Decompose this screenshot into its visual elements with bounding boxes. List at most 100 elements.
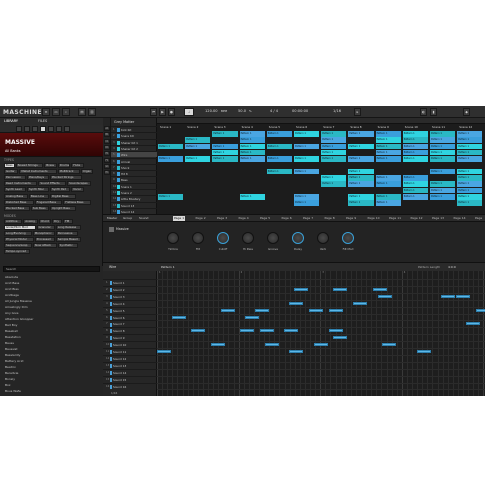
pattern-clip[interactable]: Pattern 1 bbox=[294, 156, 320, 162]
tag-item[interactable]: Chord bbox=[38, 219, 52, 224]
pattern-clip[interactable]: Pattern 1 bbox=[348, 200, 374, 206]
pattern-clip[interactable]: Pattern 1 bbox=[348, 181, 374, 187]
scene-label[interactable]: Scene 11 bbox=[432, 125, 445, 130]
page-tab[interactable]: Page 1 bbox=[173, 216, 186, 221]
pattern-clip[interactable]: Pattern 1 bbox=[239, 194, 265, 200]
pattern-clip[interactable]: Pattern 1 bbox=[212, 149, 238, 156]
file-item[interactable]: Attention Gloopper bbox=[5, 317, 34, 321]
pattern-clip[interactable]: Pattern 1 bbox=[375, 131, 401, 137]
plugin-selector[interactable]: MASSIVE All Banks bbox=[0, 133, 103, 157]
scene-label[interactable]: Scene 8 bbox=[350, 125, 361, 130]
instrument-icon[interactable] bbox=[40, 126, 46, 132]
note-event[interactable] bbox=[372, 287, 387, 291]
pattern-clip[interactable]: Pattern 1 bbox=[430, 187, 456, 194]
page-tab[interactable]: Page 2 bbox=[195, 216, 207, 221]
pattern-clip[interactable]: Pattern 1 bbox=[321, 156, 347, 162]
pattern-clip[interactable]: Pattern 1 bbox=[185, 156, 211, 162]
grid-value[interactable]: 1/16 bbox=[333, 109, 341, 113]
pattern-clip[interactable]: Pattern 1 bbox=[430, 156, 456, 162]
note-event[interactable] bbox=[210, 343, 225, 347]
follow-button[interactable]: ▸ bbox=[354, 108, 361, 116]
pattern-sound-row[interactable]: 2 Sound 2 bbox=[103, 285, 157, 293]
pattern-clip[interactable]: Pattern 1 bbox=[430, 131, 456, 137]
page-tab[interactable]: Page 4 bbox=[238, 216, 250, 221]
pattern-clip[interactable]: Pattern 1 bbox=[348, 156, 374, 162]
pattern-clip[interactable]: Pattern 1 bbox=[375, 194, 401, 200]
pattern-clip[interactable]: Pattern 1 bbox=[430, 149, 456, 156]
scene-label[interactable]: Scene 3 bbox=[214, 125, 225, 130]
pattern-grid-value[interactable]: 1/16 bbox=[111, 391, 117, 395]
pattern-clip[interactable]: Pattern 1 bbox=[321, 175, 347, 181]
knob-hi-pass[interactable] bbox=[242, 232, 254, 244]
tag-item[interactable]: Reed Instruments bbox=[4, 181, 38, 186]
mixer-toggle-icon[interactable]: ▥ bbox=[88, 108, 96, 116]
sound-icon[interactable] bbox=[32, 126, 38, 132]
page-tab[interactable]: Page 7 bbox=[302, 216, 314, 221]
tempo-value[interactable]: 120.00 bbox=[205, 109, 218, 113]
file-item[interactable]: Acid Bass bbox=[5, 281, 19, 285]
pattern-sound-row[interactable]: 4 Sound 4 bbox=[103, 299, 157, 307]
tag-item[interactable]: Flute bbox=[71, 163, 84, 168]
tag-item[interactable]: Analog Bass bbox=[4, 194, 28, 199]
page-tab[interactable]: Page 6 bbox=[281, 216, 293, 221]
scene-label[interactable]: Scene 2 bbox=[187, 125, 198, 130]
tag-item[interactable]: Distorted Bass bbox=[4, 200, 34, 205]
pattern-clip[interactable]: Pattern 1 bbox=[430, 181, 456, 187]
tag-item[interactable]: Guitar bbox=[4, 169, 19, 174]
pattern-clip[interactable]: Pattern 1 bbox=[402, 131, 428, 137]
note-event[interactable] bbox=[333, 287, 348, 291]
tag-item[interactable]: Long Release bbox=[55, 225, 82, 230]
tag-item[interactable]: Mallet Instruments bbox=[19, 169, 57, 174]
group-slot[interactable]: F1 bbox=[104, 157, 110, 163]
pattern-clip[interactable]: Pattern 1 bbox=[294, 194, 320, 200]
pattern-clip[interactable]: Pattern 1 bbox=[158, 194, 184, 200]
note-event[interactable] bbox=[308, 308, 323, 312]
tag-item[interactable]: Soundscapes bbox=[67, 181, 91, 186]
effect-icon[interactable] bbox=[48, 126, 54, 132]
note-event[interactable] bbox=[289, 301, 304, 305]
pattern-clip[interactable]: Pattern 1 bbox=[348, 168, 374, 175]
tag-item[interactable]: Percussion bbox=[4, 175, 26, 180]
note-event[interactable] bbox=[191, 329, 206, 333]
file-item[interactable]: Baussist bbox=[5, 347, 18, 351]
file-item[interactable]: Beatrix bbox=[5, 365, 16, 369]
note-event[interactable] bbox=[328, 329, 343, 333]
position-counter[interactable]: 00:00:00 bbox=[292, 109, 308, 113]
pattern-clip[interactable]: Pattern 1 bbox=[402, 187, 428, 194]
note-event[interactable] bbox=[240, 329, 255, 333]
scene-label[interactable]: Scene 7 bbox=[323, 125, 334, 130]
pattern-sound-row[interactable]: 13 Sound 13 bbox=[103, 361, 157, 369]
pattern-clip[interactable]: Pattern 1 bbox=[185, 143, 211, 150]
tag-item[interactable]: Analog bbox=[23, 219, 38, 224]
note-event[interactable] bbox=[245, 315, 260, 319]
pattern-clip[interactable]: Pattern 1 bbox=[402, 175, 428, 181]
note-event[interactable] bbox=[455, 294, 470, 298]
file-item[interactable]: Any Give bbox=[5, 311, 18, 315]
pattern-clip[interactable]: Pattern 1 bbox=[375, 156, 401, 162]
pattern-clip[interactable]: Pattern 1 bbox=[457, 149, 483, 156]
pattern-clip[interactable]: Pattern 1 bbox=[294, 131, 320, 137]
pattern-clip[interactable]: Pattern 1 bbox=[402, 143, 428, 150]
pattern-clip[interactable]: Pattern 1 bbox=[158, 143, 184, 150]
note-event[interactable] bbox=[284, 329, 299, 333]
tag-item[interactable]: Sound Effects bbox=[38, 181, 67, 186]
tab-library[interactable]: LIBRARY bbox=[4, 119, 18, 123]
tag-item[interactable]: Tempo-synced bbox=[4, 249, 30, 254]
tag-item[interactable]: Processed bbox=[34, 237, 55, 242]
page-tab[interactable]: Page 8 bbox=[324, 216, 336, 221]
rewind-button[interactable]: ⏮ bbox=[150, 108, 157, 116]
note-event[interactable] bbox=[259, 329, 274, 333]
pattern-sound-row[interactable]: 3 Sound 3 bbox=[103, 292, 157, 300]
file-item[interactable]: Bereitvie bbox=[5, 371, 18, 375]
pattern-clip[interactable]: Pattern 1 bbox=[239, 156, 265, 162]
pattern-clip[interactable]: Pattern 1 bbox=[321, 143, 347, 150]
tab-master[interactable]: Master bbox=[107, 216, 117, 220]
pattern-clip[interactable]: Pattern 1 bbox=[212, 156, 238, 162]
file-item[interactable]: Box bbox=[5, 383, 11, 387]
volume-icon[interactable]: ◐ bbox=[420, 108, 427, 116]
tag-item[interactable]: Additive bbox=[4, 219, 23, 224]
knob-cutoff[interactable] bbox=[217, 232, 229, 244]
tag-item[interactable]: Fingered Bass bbox=[34, 200, 63, 205]
file-item[interactable]: Basslardly bbox=[5, 353, 20, 357]
pattern-clip[interactable]: Pattern 1 bbox=[321, 149, 347, 156]
